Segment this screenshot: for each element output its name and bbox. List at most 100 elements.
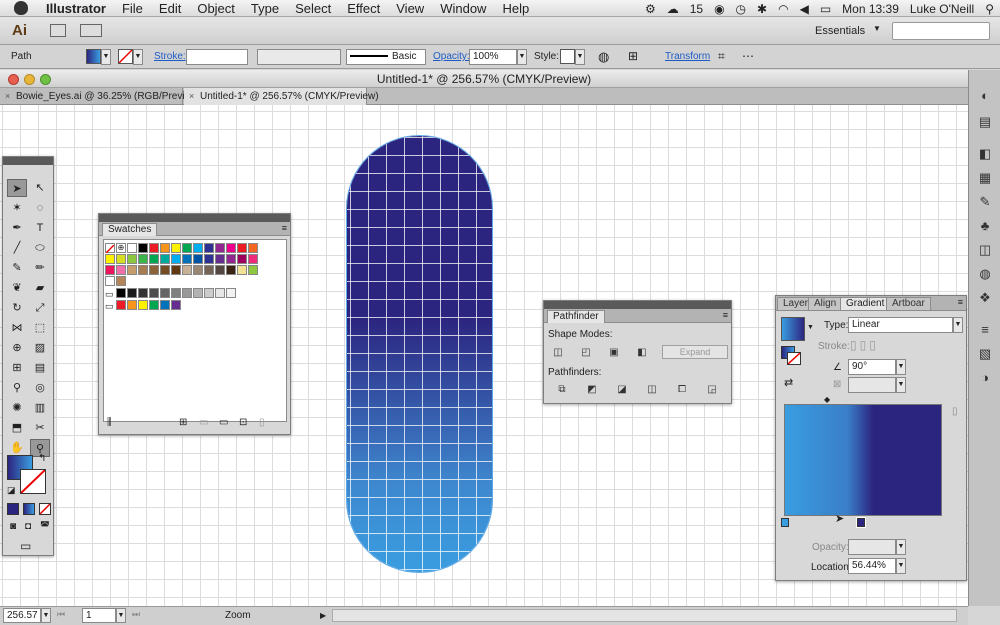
swatch[interactable] xyxy=(204,265,214,275)
swatch[interactable] xyxy=(193,254,203,264)
cloud-icon[interactable]: ☁ xyxy=(667,2,679,16)
opacity-label-link[interactable]: Opacity: xyxy=(433,51,470,62)
artboards-tab[interactable]: Artboar xyxy=(886,297,931,310)
swatch[interactable] xyxy=(127,288,137,298)
graphic-styles-icon[interactable]: ◫ xyxy=(976,242,994,258)
magic-wand-tool-icon[interactable]: ✶ xyxy=(7,199,27,217)
last-artboard-icon[interactable]: ⏭ xyxy=(132,609,140,620)
evernote-icon[interactable]: ◉ xyxy=(714,2,724,16)
gradient-dock-icon[interactable]: ▧ xyxy=(976,346,994,362)
blend-tool-icon[interactable]: ◎ xyxy=(30,379,50,397)
transparency-icon[interactable]: ◑ xyxy=(976,370,994,386)
unite-icon[interactable]: ◫ xyxy=(550,346,566,359)
isolate-object-icon[interactable]: ⌗ xyxy=(718,49,725,64)
swatch[interactable] xyxy=(226,288,236,298)
swatch[interactable] xyxy=(138,300,148,310)
graphic-style-swatch[interactable] xyxy=(560,49,575,64)
stop-location-dropdown[interactable]: ▼ xyxy=(896,558,906,574)
swatch[interactable] xyxy=(160,265,170,275)
swatch[interactable] xyxy=(138,288,148,298)
swatch[interactable] xyxy=(237,254,247,264)
slice-tool-icon[interactable]: ✂ xyxy=(30,419,50,437)
menu-help[interactable]: Help xyxy=(494,0,537,17)
gear-icon[interactable]: ⚙ xyxy=(645,2,656,16)
time-machine-icon[interactable]: ◷ xyxy=(736,2,746,16)
layers-dock-icon[interactable]: ❖ xyxy=(976,290,994,306)
artboard-number-dropdown[interactable]: ▼ xyxy=(116,608,126,623)
ellipse-tool-icon[interactable]: ⬭ xyxy=(30,239,50,257)
pencil-tool-icon[interactable]: ✏ xyxy=(30,259,50,277)
minus-back-icon[interactable]: ◲ xyxy=(704,383,720,396)
menu-effect[interactable]: Effect xyxy=(339,0,388,17)
swatch[interactable] xyxy=(215,254,225,264)
gradient-mode-button[interactable] xyxy=(23,503,35,515)
gradient-stop-left[interactable] xyxy=(781,518,789,527)
swatch[interactable] xyxy=(193,288,203,298)
swatch[interactable] xyxy=(182,288,192,298)
swatch-pattern[interactable] xyxy=(105,276,115,286)
blob-brush-tool-icon[interactable]: ❦ xyxy=(7,279,27,297)
live-paint-tool-icon[interactable]: ▨ xyxy=(30,339,50,357)
swatch[interactable] xyxy=(160,300,170,310)
minimize-window-button[interactable] xyxy=(24,74,35,85)
menu-window[interactable]: Window xyxy=(432,0,494,17)
kuler-icon[interactable]: ▤ xyxy=(976,114,994,130)
scale-tool-icon[interactable]: ⤢ xyxy=(30,299,50,317)
artboard-tool-icon[interactable]: ⬒ xyxy=(7,419,27,437)
crop-icon[interactable]: ◫ xyxy=(644,383,660,396)
stop-location-field[interactable]: 56.44% xyxy=(848,558,896,574)
workspace-chevron-icon[interactable]: ▼ xyxy=(873,24,881,33)
swatches-panel-header[interactable] xyxy=(99,214,290,222)
swatch[interactable] xyxy=(138,265,148,275)
swatch[interactable] xyxy=(237,265,247,275)
panel-menu-icon[interactable]: ≡ xyxy=(723,309,728,322)
swatch[interactable] xyxy=(204,288,214,298)
aspect-ratio-field[interactable] xyxy=(848,377,896,393)
screen-mode-icon[interactable]: ▭ xyxy=(20,539,31,553)
delete-stop-icon[interactable]: ▯ xyxy=(952,406,958,417)
gradient-tool-icon[interactable]: ▤ xyxy=(30,359,50,377)
exclude-icon[interactable]: ◧ xyxy=(634,346,650,359)
menu-edit[interactable]: Edit xyxy=(151,0,189,17)
new-swatch-icon[interactable]: ⊡ xyxy=(239,417,247,428)
panel-menu-icon[interactable]: ≡ xyxy=(282,222,287,235)
stroke-swatch[interactable] xyxy=(118,49,133,64)
recolor-artwork-icon[interactable]: ◍ xyxy=(598,49,609,65)
swatch[interactable] xyxy=(226,243,236,253)
swatch[interactable] xyxy=(182,254,192,264)
bluetooth-icon[interactable]: ✱ xyxy=(757,2,767,16)
swatch-none[interactable] xyxy=(105,243,115,254)
control-panel-menu-icon[interactable]: ⋯ xyxy=(742,49,754,63)
swatch[interactable] xyxy=(182,243,192,253)
outline-icon[interactable]: ⧠ xyxy=(674,383,690,396)
swatch[interactable] xyxy=(149,300,159,310)
none-mode-button[interactable] xyxy=(39,503,51,515)
color-panel-icon[interactable]: ◧ xyxy=(976,146,994,162)
swatch[interactable] xyxy=(105,265,115,275)
minus-front-icon[interactable]: ◰ xyxy=(578,346,594,359)
symbol-sprayer-tool-icon[interactable]: ✺ xyxy=(7,399,27,417)
help-search-input[interactable] xyxy=(892,22,990,40)
menu-view[interactable]: View xyxy=(388,0,432,17)
swatch[interactable] xyxy=(116,265,126,275)
swatch[interactable] xyxy=(204,243,214,253)
swatch[interactable] xyxy=(226,254,236,264)
doc-tab-untitled[interactable]: × Untitled-1* @ 256.57% (CMYK/Preview) xyxy=(184,88,379,105)
swatch[interactable] xyxy=(149,254,159,264)
mesh-tool-icon[interactable]: ⊞ xyxy=(7,359,27,377)
gradient-preset-dropdown[interactable]: ▼ xyxy=(807,324,814,331)
swatch[interactable] xyxy=(105,254,115,264)
workspace-switcher[interactable]: Essentials xyxy=(815,25,865,37)
swatch-options-icon[interactable]: ▭ xyxy=(199,417,208,428)
eyedropper-tool-icon[interactable]: ⚲ xyxy=(7,379,27,397)
menu-select[interactable]: Select xyxy=(287,0,339,17)
swatch[interactable] xyxy=(127,254,137,264)
swatch[interactable] xyxy=(160,288,170,298)
arrange-documents-button[interactable] xyxy=(80,24,102,37)
zoom-level-dropdown[interactable]: ▼ xyxy=(41,608,51,623)
doc-tab-bowie[interactable]: × Bowie_Eyes.ai @ 36.25% (RGB/Preview) xyxy=(0,88,201,105)
apple-icon[interactable] xyxy=(14,1,28,15)
column-graph-tool-icon[interactable]: ▥ xyxy=(30,399,50,417)
go-to-bridge-button[interactable] xyxy=(50,24,66,37)
zoom-window-button[interactable] xyxy=(40,74,51,85)
